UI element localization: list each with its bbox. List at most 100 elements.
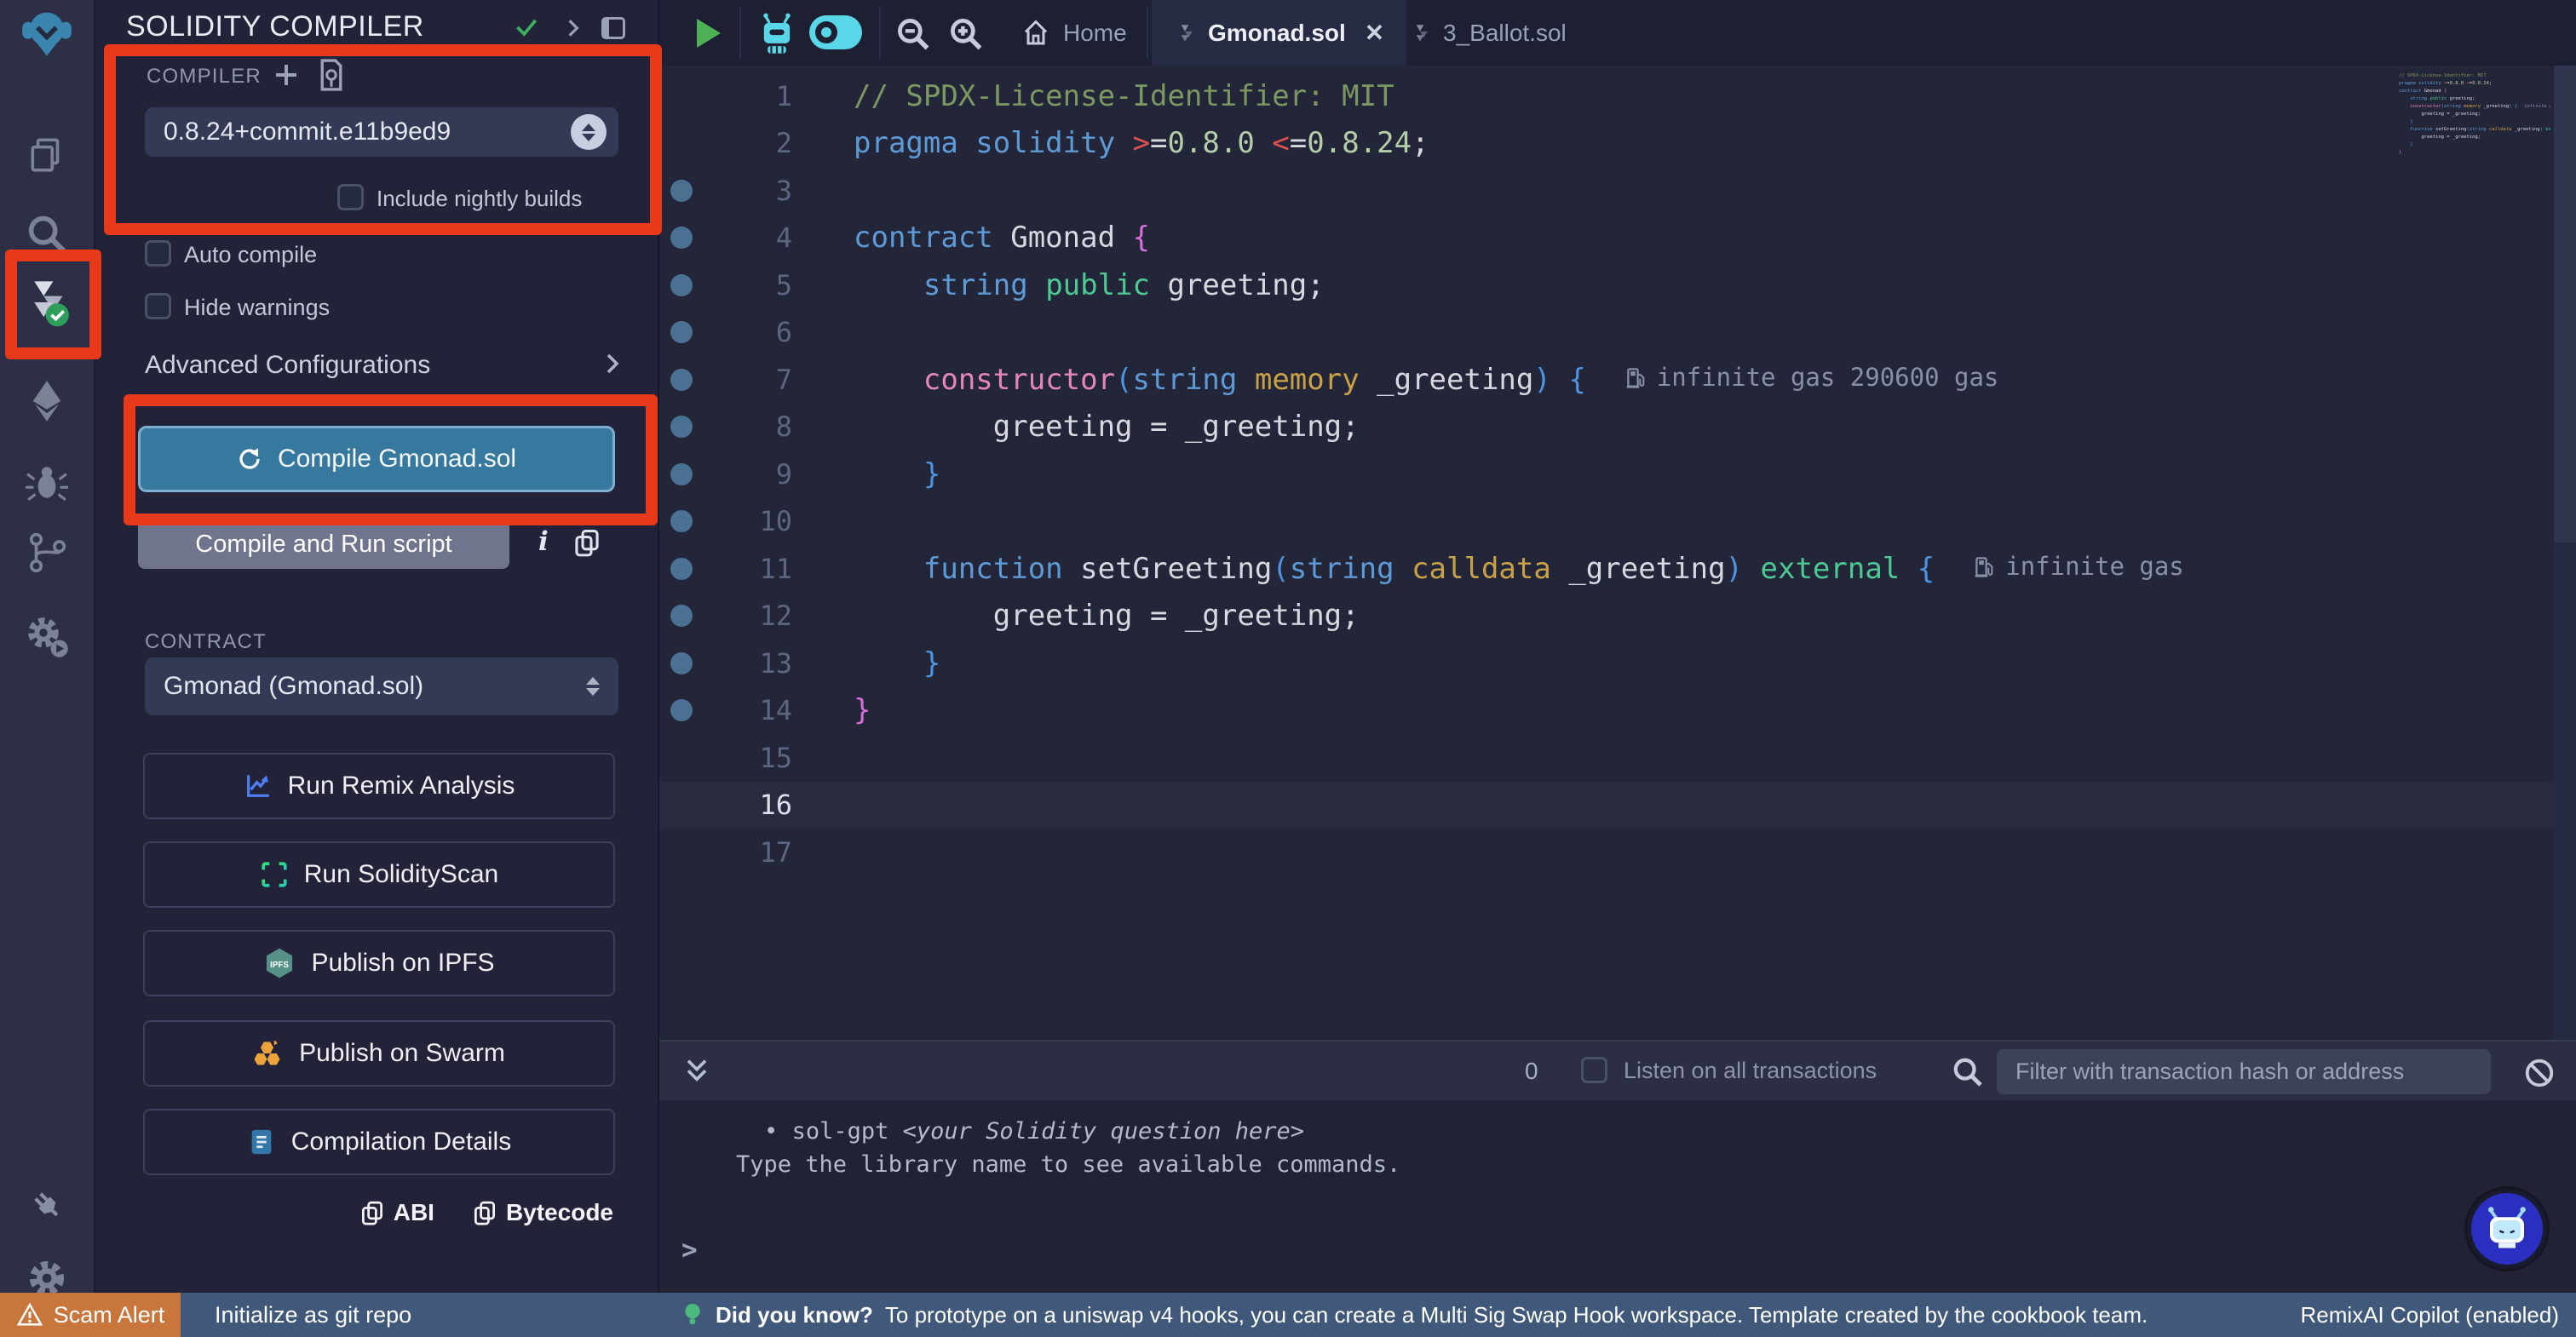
plug-item[interactable] (16, 1177, 78, 1233)
tab-home[interactable]: Home (998, 0, 1149, 66)
gutter[interactable] (659, 227, 704, 249)
plugin-manager-item[interactable] (16, 608, 78, 664)
code-line[interactable]: 1// SPDX-License-Identifier: MIT (659, 72, 2576, 120)
deploy-run-item[interactable] (16, 373, 78, 429)
code-line[interactable]: 10 (659, 498, 2576, 546)
gutter-dot-icon[interactable] (670, 510, 693, 532)
code-line[interactable]: 14} (659, 687, 2576, 735)
expand-terminal-icon[interactable] (680, 1055, 714, 1089)
auto-compile-checkbox[interactable] (145, 240, 171, 267)
info-icon[interactable]: i (538, 526, 549, 557)
copy-script-icon[interactable] (572, 528, 601, 557)
code-line[interactable]: 6 (659, 309, 2576, 357)
add-compiler-icon[interactable] (271, 60, 302, 90)
panel-layout-icon[interactable] (601, 17, 625, 39)
hide-warnings-checkbox[interactable] (145, 293, 171, 319)
code-line[interactable]: 8 greeting = _greeting; (659, 404, 2576, 451)
gutter[interactable] (659, 652, 704, 674)
git-init-button[interactable]: Initialize as git repo (215, 1302, 411, 1328)
debugger-item[interactable] (16, 455, 78, 511)
tab-close-icon[interactable]: ✕ (1358, 19, 1384, 47)
gutter-dot-icon[interactable] (670, 463, 693, 485)
gutter-dot-icon[interactable] (670, 605, 693, 627)
publish-swarm-button[interactable]: Publish on Swarm (143, 1020, 615, 1087)
solidity-compiler-item[interactable] (16, 274, 78, 330)
code-line[interactable]: 2pragma solidity >=0.8.0 <=0.8.24; (659, 120, 2576, 168)
code-line[interactable]: 11 function setGreeting(string calldata … (659, 545, 2576, 593)
code-line[interactable]: 16 (659, 782, 2576, 829)
gutter-dot-icon[interactable] (670, 699, 693, 721)
file-explorer-item[interactable] (16, 126, 78, 182)
zoom-out-icon[interactable] (894, 15, 932, 53)
compile-button[interactable]: Compile Gmonad.sol (138, 426, 615, 492)
gutter-dot-icon[interactable] (670, 227, 693, 249)
contract-select[interactable]: Gmonad (Gmonad.sol) (145, 657, 618, 715)
code-line[interactable]: 4contract Gmonad { (659, 215, 2576, 262)
code-line[interactable]: 15 (659, 734, 2576, 782)
copilot-status[interactable]: RemixAI Copilot (enabled) (2301, 1302, 2576, 1328)
run-solidityscan-button[interactable]: Run SolidityScan (143, 841, 615, 908)
gutter[interactable] (659, 699, 704, 721)
code-line[interactable]: 17 (659, 829, 2576, 876)
compilation-details-button[interactable]: Compilation Details (143, 1109, 615, 1175)
terminal-prompt[interactable]: > (681, 1235, 698, 1265)
copy-abi-button[interactable]: ABI (359, 1199, 434, 1226)
panel-forward-chevron-icon[interactable] (562, 17, 584, 39)
compile-run-label: Compile and Run script (195, 531, 451, 559)
gutter[interactable] (659, 510, 704, 532)
gutter-dot-icon[interactable] (670, 369, 693, 391)
ai-robot-icon[interactable] (755, 12, 799, 56)
transaction-filter-input[interactable] (1997, 1049, 2491, 1094)
code-line[interactable]: 9 } (659, 450, 2576, 498)
gutter[interactable] (659, 605, 704, 627)
gutter[interactable] (659, 369, 704, 391)
code-line[interactable]: 13 } (659, 640, 2576, 687)
code-line[interactable]: 7 constructor(string memory _greeting) {… (659, 356, 2576, 404)
minimap-line: greeting = _greeting; (2399, 134, 2550, 141)
minimap[interactable]: // SPDX-License-Identifier: MITpragma so… (2399, 72, 2550, 157)
clear-console-icon[interactable] (2523, 1057, 2556, 1089)
gutter-dot-icon[interactable] (670, 180, 693, 202)
compiler-license-icon[interactable] (315, 58, 348, 92)
gutter-dot-icon[interactable] (670, 321, 693, 343)
terminal-search-icon[interactable] (1951, 1055, 1985, 1089)
remixai-assistant-button[interactable] (2467, 1189, 2547, 1269)
gutter[interactable] (659, 321, 704, 343)
remix-logo-icon (20, 7, 73, 60)
copilot-toggle[interactable] (809, 15, 862, 49)
gutter[interactable] (659, 558, 704, 580)
advanced-config-chevron-icon[interactable] (600, 351, 625, 376)
git-item[interactable] (16, 525, 78, 581)
scrollbar-slider[interactable] (2554, 66, 2576, 542)
editor-scrollbar[interactable] (2554, 66, 2576, 1040)
gutter[interactable] (659, 180, 704, 202)
tab-gmonad-sol[interactable]: Gmonad.sol ✕ (1152, 0, 1406, 66)
code-line[interactable]: 5 string public greeting; (659, 261, 2576, 309)
compiler-version-select[interactable]: 0.8.24+commit.e11b9ed9 (145, 107, 618, 157)
gutter[interactable] (659, 463, 704, 485)
compile-and-run-button[interactable]: Compile and Run script (138, 519, 509, 569)
gutter-dot-icon[interactable] (670, 274, 693, 296)
advanced-configurations-toggle[interactable]: Advanced Configurations (145, 351, 430, 380)
tab-3-ballot-sol[interactable]: 3_Ballot.sol (1387, 0, 1589, 66)
gutter-dot-icon[interactable] (670, 558, 693, 580)
search-item[interactable] (16, 206, 78, 262)
listen-all-transactions-checkbox[interactable] (1581, 1057, 1607, 1083)
publish-ipfs-button[interactable]: IPFS Publish on IPFS (143, 930, 615, 996)
gutter-dot-icon[interactable] (670, 416, 693, 438)
code-editor[interactable]: 1// SPDX-License-Identifier: MIT2pragma … (659, 66, 2576, 1040)
run-script-button[interactable] (697, 19, 721, 48)
zoom-in-icon[interactable] (947, 15, 985, 53)
gutter[interactable] (659, 416, 704, 438)
code-line[interactable]: 3 (659, 167, 2576, 215)
gutter-dot-icon[interactable] (670, 652, 693, 674)
run-remix-analysis-button[interactable]: Run Remix Analysis (143, 753, 615, 819)
include-nightly-checkbox[interactable] (337, 184, 364, 210)
scam-alert-button[interactable]: Scam Alert (0, 1293, 181, 1337)
gutter[interactable] (659, 274, 704, 296)
solidity-file-icon (1174, 22, 1196, 44)
code-line[interactable]: 12 greeting = _greeting; (659, 593, 2576, 640)
copy-bytecode-button[interactable]: Bytecode (472, 1199, 613, 1226)
publish-swarm-label: Publish on Swarm (299, 1039, 505, 1068)
remix-logo[interactable] (16, 5, 78, 61)
